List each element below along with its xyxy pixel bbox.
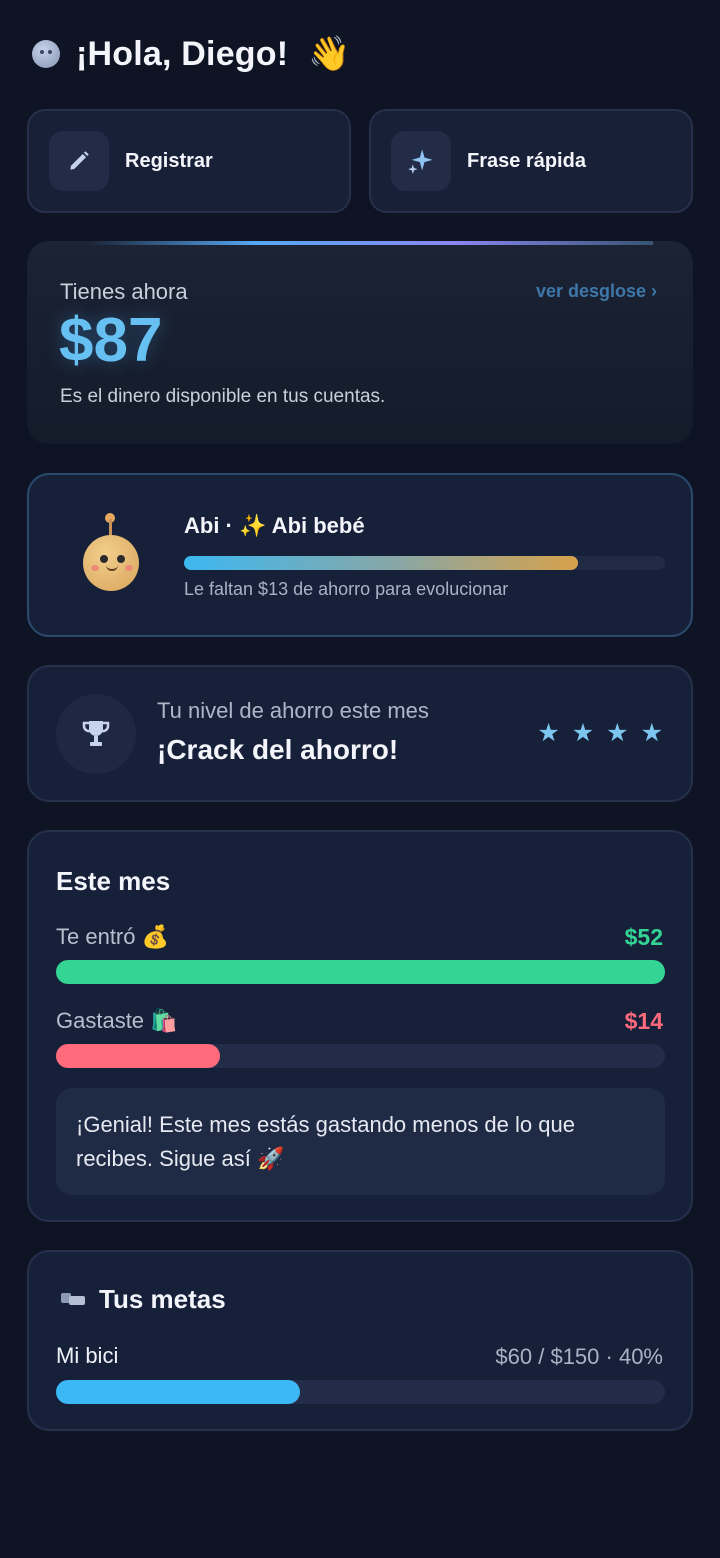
level-stars: ★ ★ ★ ★ [537,721,663,746]
this-month-card: Este mes Te entró 💰 $52 Gastaste 🛍️ $14 … [27,830,693,1222]
goal-name: Mi bici [56,1343,119,1368]
quick-actions: Registrar Frase rápida [27,109,693,213]
savings-level-card[interactable]: Tu nivel de ahorro este mes ¡Crack del a… [27,665,693,802]
expense-bar-fill [56,1044,221,1068]
quick-phrase-button[interactable]: Frase rápida [369,109,693,213]
balance-accent-line [87,241,653,245]
greeting-text: ¡Hola, Diego! [76,34,289,73]
view-breakdown-link[interactable]: ver desglose › [536,281,657,302]
income-bar [56,960,665,984]
goal-progress-bar [56,1380,665,1404]
balance-amount: $87 [59,306,163,375]
register-button[interactable]: Registrar [27,109,351,213]
wave-emoji-icon: 👋 [308,35,351,73]
avatar-face-icon[interactable] [32,40,60,68]
balance-card: Tienes ahora ver desglose › $87 Es el di… [27,241,693,444]
month-title: Este mes [56,866,171,896]
goals-header: Tus metas [61,1284,226,1315]
level-title: ¡Crack del ahorro! [157,734,399,765]
pet-progress-bar [184,556,665,570]
star-icon: ★ [640,719,663,747]
expense-value: $14 [624,1008,663,1034]
goals-title: Tus metas [99,1284,226,1314]
sparkle-icon [391,131,451,191]
income-label: Te entró 💰 [56,924,169,949]
pet-avatar-icon [83,535,139,591]
level-caption: Tu nivel de ahorro este mes [157,698,429,723]
register-label: Registrar [125,149,213,172]
goal-progress-fill [56,1380,300,1404]
star-icon: ★ [537,719,560,747]
income-value: $52 [624,924,663,950]
pencil-icon [49,131,109,191]
greeting-header: ¡Hola, Diego! 👋 [32,30,351,78]
balance-label: Tienes ahora [60,279,188,304]
star-icon: ★ [571,719,595,747]
goals-card[interactable]: Tus metas Mi bici $60 / $150 · 40% [27,1250,693,1431]
balance-subtitle: Es el dinero disponible en tus cuentas. [60,386,386,407]
month-message: ¡Genial! Este mes estás gastando menos d… [56,1088,665,1195]
trophy-icon [56,694,136,774]
income-bar-fill [56,960,665,984]
pet-title: Abi · ✨ Abi bebé [184,513,365,538]
pet-progress-fill [184,556,579,570]
expense-bar [56,1044,665,1068]
goal-amount: $60 / $150 · 40% [495,1344,663,1369]
pet-subtitle: Le faltan $13 de ahorro para evolucionar [184,579,509,599]
pet-card[interactable]: Abi · ✨ Abi bebé Le faltan $13 de ahorro… [27,473,693,637]
star-icon: ★ [606,719,629,747]
flag-icon [61,1291,85,1309]
expense-label: Gastaste 🛍️ [56,1008,178,1033]
quick-phrase-label: Frase rápida [467,149,586,172]
